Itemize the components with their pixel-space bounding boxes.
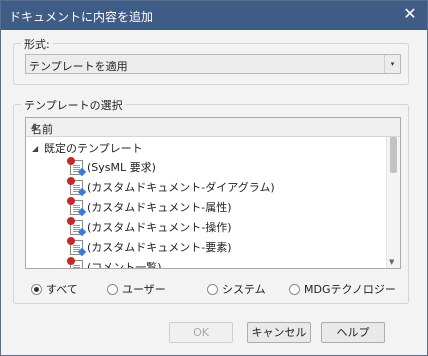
- list-item-label: (カスタムドキュメント-ダイアグラム): [87, 181, 275, 194]
- list-item[interactable]: (コメント一覧): [67, 256, 162, 269]
- format-combo-value: テンプレートを適用: [29, 60, 128, 73]
- template-group-label: テンプレートの選択: [21, 97, 126, 113]
- radio-mdg[interactable]: MDGテクノロジー: [289, 281, 396, 297]
- radio-indicator[interactable]: [107, 283, 118, 295]
- list-item[interactable]: (SysML 要求): [67, 156, 156, 176]
- cancel-button[interactable]: キャンセル: [247, 322, 311, 343]
- dialog-title: ドキュメントに内容を追加: [9, 10, 154, 24]
- filter-radio-group: すべて ユーザー システム MDGテクノロジー: [25, 281, 401, 297]
- radio-indicator[interactable]: [31, 283, 42, 295]
- format-combo[interactable]: テンプレートを適用 ▾: [25, 54, 401, 74]
- list-item-label: (カスタムドキュメント-要素): [87, 241, 232, 254]
- radio-label: ユーザー: [122, 283, 166, 296]
- radio-user[interactable]: ユーザー: [107, 281, 166, 297]
- sort-asc-icon: ▲: [31, 121, 38, 130]
- list-scrollbar[interactable]: ▼: [386, 137, 400, 268]
- document-template-icon: [67, 176, 87, 196]
- tree-node-default-templates[interactable]: ◢ 既定のテンプレート: [32, 140, 143, 156]
- list-item[interactable]: (カスタムドキュメント-属性): [67, 196, 232, 216]
- radio-indicator[interactable]: [289, 283, 300, 295]
- scrollbar-thumb[interactable]: [390, 137, 397, 173]
- tree-node-label: 既定のテンプレート: [44, 142, 143, 155]
- list-item[interactable]: (カスタムドキュメント-操作): [67, 216, 232, 236]
- list-item[interactable]: (カスタムドキュメント-要素): [67, 236, 232, 256]
- document-template-icon: [67, 236, 87, 256]
- document-template-icon: [67, 196, 87, 216]
- radio-label: すべて: [46, 283, 78, 296]
- close-icon[interactable]: ✕: [399, 4, 421, 26]
- format-group-label: 形式:: [21, 36, 53, 52]
- list-item-label: (カスタムドキュメント-属性): [87, 201, 232, 214]
- document-template-icon: [67, 156, 87, 176]
- radio-label: システム: [222, 283, 266, 296]
- chevron-down-icon[interactable]: ▾: [384, 55, 400, 73]
- template-list[interactable]: 名前 ▲ ◢ 既定のテンプレート (SysML 要求) (カスタムドキュメント-…: [25, 117, 401, 269]
- radio-label: MDGテクノロジー: [304, 283, 396, 296]
- title-bar: ドキュメントに内容を追加 ✕: [1, 1, 427, 30]
- document-template-icon: [67, 216, 87, 236]
- list-item[interactable]: (カスタムドキュメント-ダイアグラム): [67, 176, 275, 196]
- list-item-label: (コメント一覧): [87, 261, 162, 269]
- document-template-icon: [67, 256, 87, 268]
- radio-system[interactable]: システム: [207, 281, 266, 297]
- radio-all[interactable]: すべて: [31, 281, 78, 297]
- ok-button[interactable]: OK: [169, 322, 233, 343]
- help-button[interactable]: ヘルプ: [321, 322, 385, 343]
- list-item-label: (SysML 要求): [87, 161, 156, 174]
- add-content-dialog: ドキュメントに内容を追加 ✕ 形式: テンプレートを適用 ▾ テンプレートの選択…: [0, 0, 428, 356]
- tree-expander-icon[interactable]: ◢: [32, 144, 44, 153]
- list-column-header[interactable]: 名前 ▲: [26, 118, 400, 137]
- radio-indicator[interactable]: [207, 283, 218, 295]
- scroll-down-icon[interactable]: ▼: [389, 258, 394, 266]
- list-item-label: (カスタムドキュメント-操作): [87, 221, 232, 234]
